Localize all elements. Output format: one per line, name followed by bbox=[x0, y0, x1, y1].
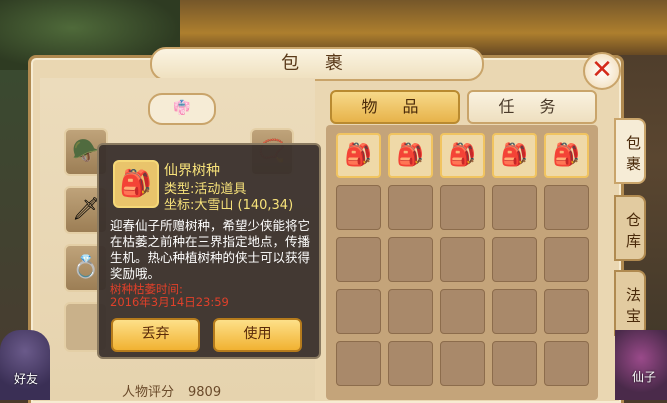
item-coords: 坐标:大雪山 (140,34) bbox=[164, 198, 294, 213]
inventory-cell[interactable] bbox=[440, 185, 485, 230]
side-tab-bag[interactable]: 包裹 bbox=[614, 118, 646, 184]
item-description: 迎春仙子所赠树种，希望少侠能将它在枯萎之前种在三界指定地点，传播生机。热心种植树… bbox=[110, 218, 311, 281]
close-button[interactable]: ✕ bbox=[583, 52, 621, 90]
inventory-cell[interactable]: 🎒 bbox=[544, 133, 589, 178]
inventory-cell[interactable] bbox=[492, 289, 537, 334]
inventory-cell[interactable] bbox=[336, 237, 381, 282]
robe-icon: 👘 bbox=[173, 100, 191, 116]
side-tab-warehouse[interactable]: 仓库 bbox=[614, 195, 646, 261]
window-title: 包 裹 bbox=[150, 47, 484, 81]
side-tab-treasure[interactable]: 法宝 bbox=[614, 270, 646, 336]
inventory-cell[interactable]: 🎒 bbox=[336, 133, 381, 178]
expire-time: 2016年3月14日23:59 bbox=[110, 295, 229, 309]
inventory-cell[interactable] bbox=[440, 341, 485, 386]
fairy-label: 仙子 bbox=[632, 370, 657, 384]
inventory-cell[interactable] bbox=[492, 237, 537, 282]
rating-label: 人物评分 bbox=[122, 385, 175, 400]
inventory-cell[interactable] bbox=[492, 185, 537, 230]
inventory-cell[interactable] bbox=[440, 289, 485, 334]
item-name: 仙界树种 bbox=[164, 163, 220, 179]
seed-bag-icon: 🎒 bbox=[396, 143, 425, 168]
inventory-cell[interactable]: 🎒 bbox=[492, 133, 537, 178]
inventory-cell[interactable] bbox=[544, 341, 589, 386]
inventory-cell[interactable] bbox=[388, 341, 433, 386]
inventory-cell[interactable] bbox=[388, 237, 433, 282]
character-rating: 人物评分 9809 bbox=[122, 381, 221, 400]
tab-items[interactable]: 物 品 bbox=[330, 90, 460, 124]
inventory-cell[interactable] bbox=[336, 341, 381, 386]
seed-bag-icon: 🎒 bbox=[552, 143, 581, 168]
inventory-cell[interactable] bbox=[544, 185, 589, 230]
rating-value: 9809 bbox=[188, 385, 222, 400]
inventory-cell[interactable] bbox=[544, 237, 589, 282]
friend-avatar[interactable] bbox=[0, 330, 50, 400]
friend-label: 好友 bbox=[14, 372, 39, 386]
seed-bag-icon: 🎒 bbox=[113, 160, 159, 208]
inventory-cell[interactable] bbox=[388, 185, 433, 230]
inventory-cell[interactable] bbox=[336, 289, 381, 334]
use-button[interactable]: 使用 bbox=[213, 318, 302, 352]
inventory-cell[interactable] bbox=[336, 185, 381, 230]
discard-button[interactable]: 丢弃 bbox=[111, 318, 200, 352]
inventory-cell[interactable] bbox=[440, 237, 485, 282]
fairy-avatar[interactable] bbox=[615, 330, 667, 400]
seed-bag-icon: 🎒 bbox=[500, 143, 529, 168]
tab-quests[interactable]: 任 务 bbox=[467, 90, 597, 124]
inventory-cell[interactable] bbox=[388, 289, 433, 334]
inventory-cell[interactable] bbox=[544, 289, 589, 334]
seed-bag-icon: 🎒 bbox=[448, 143, 477, 168]
inventory-cell[interactable]: 🎒 bbox=[440, 133, 485, 178]
inventory-cell[interactable] bbox=[492, 341, 537, 386]
seed-bag-icon: 🎒 bbox=[344, 143, 373, 168]
outfit-button[interactable]: 👘 bbox=[148, 93, 216, 125]
inventory-cell[interactable]: 🎒 bbox=[388, 133, 433, 178]
